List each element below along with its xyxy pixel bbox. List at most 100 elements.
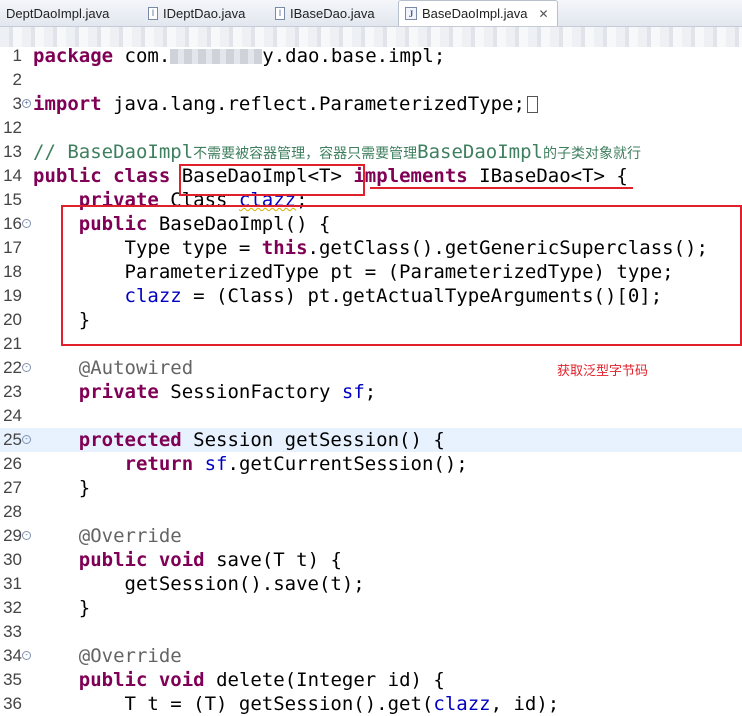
code-line[interactable]: 26 return sf.getCurrentSession(); (0, 452, 742, 476)
line-number: 24 (3, 406, 22, 425)
code-line[interactable]: 19 clazz = (Class) pt.getActualTypeArgum… (0, 284, 742, 308)
code-line[interactable]: 15 private Class clazz; (0, 188, 742, 212)
code-line[interactable]: 29- @Override (0, 524, 742, 548)
code-text: @Autowired (33, 356, 193, 380)
code-line[interactable]: 12 (0, 116, 742, 140)
code-line[interactable]: 35 public void delete(Integer id) { (0, 668, 742, 692)
keyword-token: package (33, 45, 114, 67)
code-line[interactable]: 34- @Override (0, 644, 742, 668)
fold-expand-icon[interactable]: + (22, 99, 31, 108)
line-number: 15 (3, 190, 22, 209)
line-number: 21 (3, 334, 22, 353)
code-line[interactable]: 13 // BaseDaoImpl不需要被容器管理，容器只需要管理BaseDaoI… (0, 140, 742, 164)
code-text: private SessionFactory sf; (33, 380, 376, 404)
redacted-text (170, 49, 263, 64)
java-interface-icon: I (275, 6, 285, 20)
code-editor[interactable]: 1 package com. y.dao.base.impl; 2 3 + import j… (0, 44, 742, 716)
line-number: 13 (3, 142, 22, 161)
code-line[interactable]: 23 private SessionFactory sf; (0, 380, 742, 404)
fold-collapse-icon[interactable]: - (22, 531, 31, 540)
code-token: } (33, 309, 91, 331)
code-text: private Class clazz; (33, 188, 308, 212)
code-line[interactable]: 36 T t = (T) getSession().get(clazz, id)… (0, 692, 742, 716)
code-text: Type type = this.getClass().getGenericSu… (33, 236, 708, 260)
code-token: } (33, 477, 91, 499)
line-number: 18 (3, 262, 22, 281)
code-line[interactable]: 2 (0, 68, 742, 92)
code-line[interactable]: 20 } (0, 308, 742, 332)
code-token: = (Class) pt.getActualTypeArguments()[0]… (181, 285, 663, 307)
code-token: IBaseDao<T> { (467, 165, 628, 187)
code-line[interactable]: 21 (0, 332, 742, 356)
close-icon[interactable]: ✕ (539, 7, 549, 21)
code-text: clazz = (Class) pt.getActualTypeArgument… (33, 284, 663, 308)
code-line[interactable]: 28 (0, 500, 742, 524)
code-text: public void save(T t) { (33, 548, 342, 572)
line-number: 17 (3, 238, 22, 257)
code-line[interactable]: 17 Type type = this.getClass().getGeneri… (0, 236, 742, 260)
line-number: 33 (3, 622, 22, 641)
code-line[interactable]: 1 package com. y.dao.base.impl; (0, 44, 742, 68)
fold-collapse-icon[interactable]: - (22, 651, 31, 660)
fold-collapse-icon[interactable]: - (22, 219, 31, 228)
line-number: 2 (12, 70, 22, 89)
code-text: getSession().save(t); (33, 572, 365, 596)
line-number: 23 (3, 382, 22, 401)
code-text: public void delete(Integer id) { (33, 668, 445, 692)
annotation-token: @Override (78, 525, 182, 547)
code-line[interactable]: 27 } (0, 476, 742, 500)
code-line[interactable]: 24 (0, 404, 742, 428)
fold-collapse-icon[interactable]: - (22, 435, 31, 444)
code-line[interactable]: 31 getSession().save(t); (0, 572, 742, 596)
line-number: 27 (3, 478, 22, 497)
keyword-token: void (158, 669, 205, 691)
tab-deptdaoimpl[interactable]: DeptDaoImpl.java (6, 0, 109, 26)
code-token: Class (158, 189, 239, 211)
line-number: 25 (3, 430, 22, 449)
code-text: return sf.getCurrentSession(); (33, 452, 468, 476)
code-token: Type type = (33, 237, 262, 259)
code-text: @Override (33, 524, 182, 548)
line-number: 31 (3, 574, 22, 593)
code-token: y.dao.base.impl; (262, 45, 446, 67)
code-text: public BaseDaoImpl() { (33, 212, 331, 236)
code-line[interactable]: 32 } (0, 596, 742, 620)
tab-basedaoimpl[interactable]: J BaseDaoImpl.java ✕ (398, 0, 558, 26)
code-line[interactable]: 18 ParameterizedType pt = (Parameterized… (0, 260, 742, 284)
keyword-token: protected (78, 429, 182, 451)
code-line[interactable]: 30 public void save(T t) { (0, 548, 742, 572)
comment-token: 不需要被容器管理，容器只需要管理 (193, 146, 418, 162)
code-text: ParameterizedType pt = (ParameterizedTyp… (33, 260, 674, 284)
line-number: 22 (3, 358, 22, 377)
line-number: 26 (3, 454, 22, 473)
keyword-token: import (33, 93, 102, 115)
code-line[interactable]: 14 public class BaseDaoImpl<T> implements… (0, 164, 742, 188)
code-token: com. (113, 45, 171, 67)
comment-token: 的子类对象就行 (543, 146, 641, 162)
fold-collapse-icon[interactable]: - (22, 363, 31, 372)
code-token: BaseDaoImpl() { (147, 213, 331, 235)
code-text: @Override (33, 644, 182, 668)
code-line[interactable]: 3 + import java.lang.reflect.Parameterized… (0, 92, 742, 116)
code-token: ParameterizedType pt = (ParameterizedTyp… (33, 261, 674, 283)
code-line[interactable]: 16- public BaseDaoImpl() { (0, 212, 742, 236)
tab-ibasedao[interactable]: I IBaseDao.java (275, 0, 375, 26)
collapsed-imports-marker (526, 96, 538, 113)
field-token: clazz (238, 189, 297, 211)
tab-ideptdao[interactable]: I IDeptDao.java (148, 0, 245, 26)
code-line[interactable]: 33 (0, 620, 742, 644)
code-token: Session getSession() { (181, 429, 445, 451)
line-number: 12 (3, 118, 22, 137)
code-line[interactable]: 25- protected Session getSession() { (0, 428, 742, 452)
code-text: // BaseDaoImpl不需要被容器管理，容器只需要管理BaseDaoImp… (33, 140, 641, 164)
keyword-token: public (33, 165, 102, 187)
code-token: delete(Integer id) { (204, 669, 445, 691)
line-number: 30 (3, 550, 22, 569)
